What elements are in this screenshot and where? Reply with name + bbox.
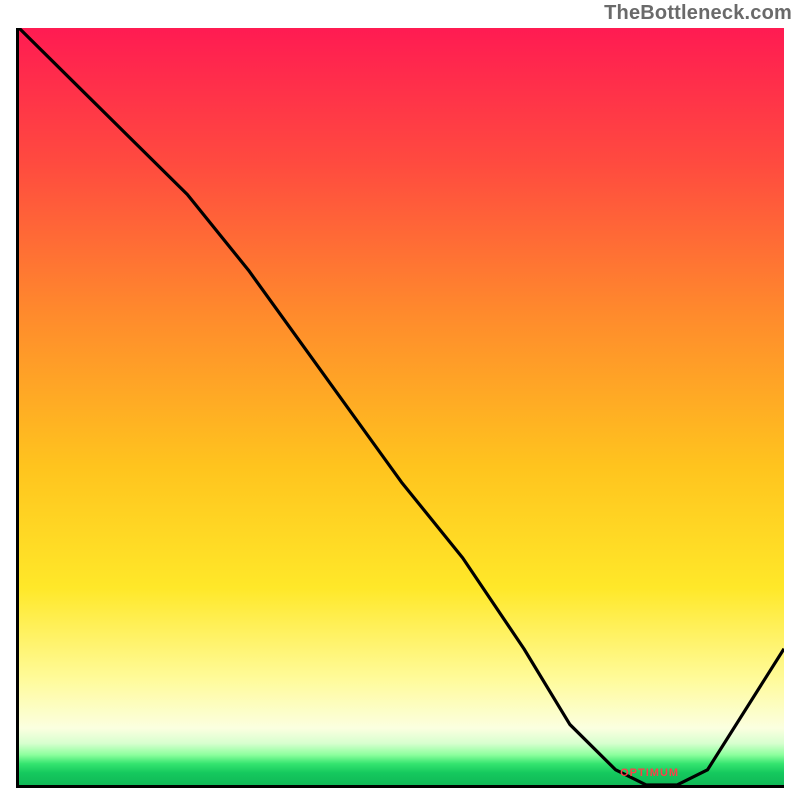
- chart-root: TheBottleneck.com OPTIMUM: [0, 0, 800, 800]
- curve-svg: [19, 28, 784, 785]
- bottleneck-curve: [19, 28, 784, 785]
- optimum-label: OPTIMUM: [620, 767, 679, 779]
- watermark-text: TheBottleneck.com: [604, 2, 792, 25]
- plot-area: OPTIMUM: [16, 28, 784, 788]
